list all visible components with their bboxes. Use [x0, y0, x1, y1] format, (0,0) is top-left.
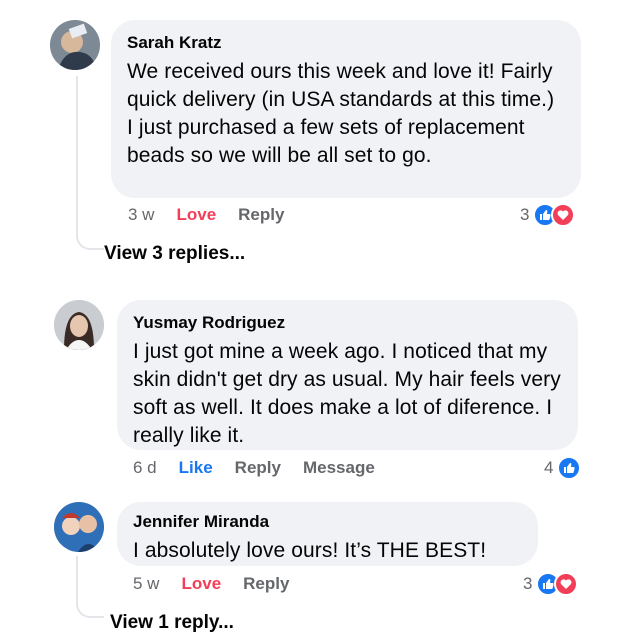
avatar[interactable] [50, 20, 100, 70]
avatar-photo-icon [50, 20, 100, 70]
view-replies-link[interactable]: View 3 replies... [104, 243, 245, 265]
comment-text: I just got mine a week ago. I noticed th… [133, 340, 561, 447]
comment-author[interactable]: Jennifer Miranda [133, 511, 522, 533]
thread-line [76, 76, 78, 226]
reaction-summary[interactable]: 3 [523, 572, 579, 596]
love-reaction-button[interactable]: Love [181, 574, 221, 594]
comment-timestamp[interactable]: 3 w [128, 205, 154, 225]
comment-author[interactable]: Yusmay Rodriguez [133, 312, 562, 334]
like-button[interactable]: Like [179, 458, 213, 478]
reply-button[interactable]: Reply [235, 458, 281, 478]
like-icon [557, 456, 582, 480]
comment-bubble: Jennifer Miranda I absolutely love ours!… [117, 502, 538, 566]
comment-timestamp[interactable]: 6 d [133, 458, 157, 478]
reaction-count: 3 [520, 205, 530, 224]
comment-actions: 5 w Love Reply [133, 574, 289, 594]
view-replies-link[interactable]: View 1 reply... [110, 612, 234, 634]
comment-timestamp[interactable]: 5 w [133, 574, 159, 594]
love-icon [554, 572, 579, 596]
love-icon [551, 203, 576, 227]
thread-curve [76, 226, 104, 250]
thread-line [76, 556, 78, 594]
love-reaction-button[interactable]: Love [176, 205, 216, 225]
avatar-photo-icon [54, 300, 104, 350]
thread-curve [76, 594, 104, 618]
avatar[interactable] [54, 502, 104, 552]
comment-bubble: Yusmay Rodriguez I just got mine a week … [117, 300, 578, 450]
avatar-photo-icon [54, 502, 104, 552]
comment-actions: 3 w Love Reply [128, 205, 284, 225]
reaction-summary[interactable]: 3 [520, 203, 576, 227]
reply-button[interactable]: Reply [238, 205, 284, 225]
comment-actions: 6 d Like Reply Message [133, 458, 375, 478]
reaction-count: 3 [523, 574, 533, 593]
comment-author[interactable]: Sarah Kratz [127, 32, 565, 54]
comment-bubble: Sarah Kratz We received ours this week a… [111, 20, 581, 198]
comment-text: I absolutely love ours! It’s THE BEST! [133, 539, 487, 562]
reply-button[interactable]: Reply [243, 574, 289, 594]
comment-text: We received ours this week and love it! … [127, 60, 555, 167]
avatar[interactable] [54, 300, 104, 350]
message-button[interactable]: Message [303, 458, 375, 478]
reaction-count: 4 [544, 458, 554, 477]
reaction-summary[interactable]: 4 [544, 456, 582, 480]
